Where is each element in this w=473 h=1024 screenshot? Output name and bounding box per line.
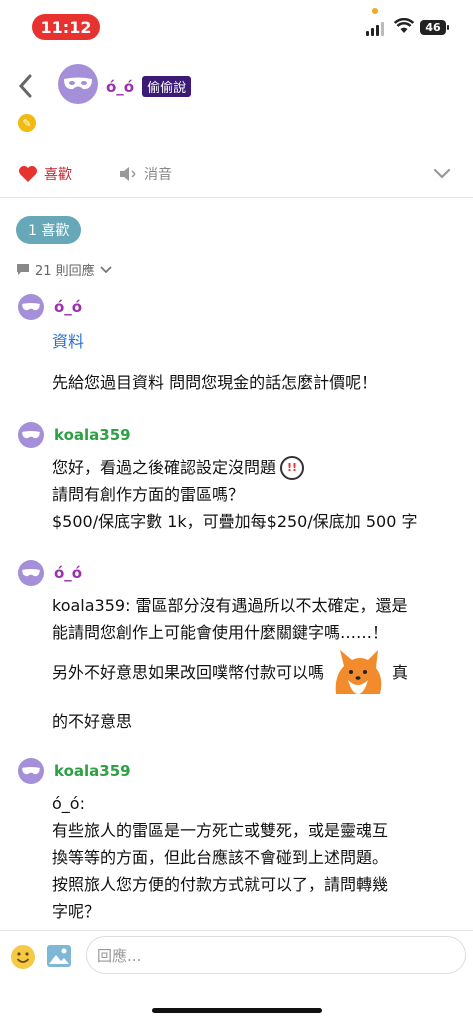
comment-line: 真: [392, 662, 409, 682]
back-button[interactable]: [16, 72, 36, 100]
comment-line: 請問有創作方面的雷區嗎？: [52, 485, 245, 504]
likes-count-pill[interactable]: 1 喜歡: [16, 216, 82, 244]
reply-count[interactable]: 21 則回應: [16, 260, 112, 279]
comment-bubble-icon: [17, 264, 29, 275]
reply-count-label: 21 則回應: [35, 264, 95, 279]
commenter-name[interactable]: koala359: [54, 762, 131, 780]
mask-icon: [22, 766, 40, 775]
fox-sticker-icon: [335, 650, 382, 694]
home-indicator: [152, 1008, 322, 1013]
mute-button[interactable]: 消音: [144, 164, 172, 184]
comment-line: 您好，看過之後確認設定沒問題: [52, 458, 277, 477]
reply-input[interactable]: 回應...: [86, 936, 466, 974]
mask-icon: [22, 568, 40, 577]
commenter-avatar[interactable]: [18, 758, 44, 784]
cellular-signal-icon: [366, 20, 384, 36]
comment-body: ó_ó: 有些旅人的雷區是一方死亡或雙死，或是靈魂互 換等等的方面，但此台應該不…: [52, 790, 388, 925]
commenter-avatar[interactable]: [18, 422, 44, 448]
action-row: 喜歡 消音: [18, 164, 172, 184]
battery-tip: [447, 25, 449, 30]
comment-line: ó_ó:: [52, 794, 85, 813]
privacy-indicator-dot: [372, 8, 378, 14]
mask-icon: [22, 302, 40, 311]
attachment-link[interactable]: 資料: [52, 328, 377, 355]
smiley-icon[interactable]: [10, 944, 36, 970]
chevron-down-icon: [100, 265, 112, 273]
comment-body: 您好，看過之後確認設定沒問題 !! 請問有創作方面的雷區嗎？ $500/保底字數…: [52, 454, 417, 535]
comment-line: 有些旅人的雷區是一方死亡或雙死，或是靈魂互: [52, 821, 389, 840]
comment-line: 字呢？: [52, 902, 101, 921]
commenter-name[interactable]: ó_ó: [54, 564, 82, 582]
comment-header: koala359: [18, 758, 131, 784]
commenter-name[interactable]: koala359: [54, 426, 131, 444]
poster-avatar[interactable]: [58, 64, 98, 104]
comment-line: 換等等的方面，但此台應該不會碰到上述問題。: [52, 848, 389, 867]
like-button[interactable]: 喜歡: [44, 164, 72, 184]
speaker-muted-icon[interactable]: [118, 165, 138, 183]
comment-line: 的不好意思: [52, 712, 133, 731]
commenter-avatar[interactable]: [18, 560, 44, 586]
comment-header: koala359: [18, 422, 131, 448]
comment-line: 按照旅人您方便的付款方式就可以了，請問轉幾: [52, 875, 389, 894]
comment-line: 先給您過目資料 問問您現金的話怎麼計價呢！: [52, 373, 378, 392]
comment-header: ó_ó: [18, 560, 82, 586]
chevron-down-icon[interactable]: [432, 166, 452, 180]
comment-line: koala359: 雷區部分沒有遇過所以不太確定，還是: [52, 596, 408, 615]
comment-body: 資料 先給您過目資料 問問您現金的話怎麼計價呢！: [52, 328, 377, 396]
image-icon[interactable]: [46, 944, 72, 968]
comment-line: $500/保底字數 1k，可疊加每$250/保底加 500 字: [52, 512, 418, 531]
mask-icon: [64, 77, 92, 90]
coin-icon: ✎: [18, 114, 36, 132]
heart-icon[interactable]: [18, 165, 38, 183]
commenter-name[interactable]: ó_ó: [54, 298, 82, 316]
mask-icon: [22, 430, 40, 439]
comment-body: koala359: 雷區部分沒有遇過所以不太確定，還是 能請問您創作上可能會使用…: [52, 592, 462, 735]
input-divider: [0, 930, 473, 931]
comment-line: 另外不好意思如果改回噗幣付款可以嗎: [52, 662, 325, 682]
header-divider: [0, 197, 473, 198]
comment-header: ó_ó: [18, 294, 82, 320]
alert-emoji-icon: !!: [280, 455, 305, 480]
comment-line: 能請問您創作上可能會使用什麼關鍵字嗎……！: [52, 623, 389, 642]
status-time: 11:12: [32, 14, 100, 40]
wifi-icon: [394, 18, 414, 33]
anonymous-tag: 偷偷說: [142, 76, 192, 97]
battery-indicator: 46: [420, 20, 446, 35]
poster-username[interactable]: ó_ó: [106, 78, 134, 96]
commenter-avatar[interactable]: [18, 294, 44, 320]
